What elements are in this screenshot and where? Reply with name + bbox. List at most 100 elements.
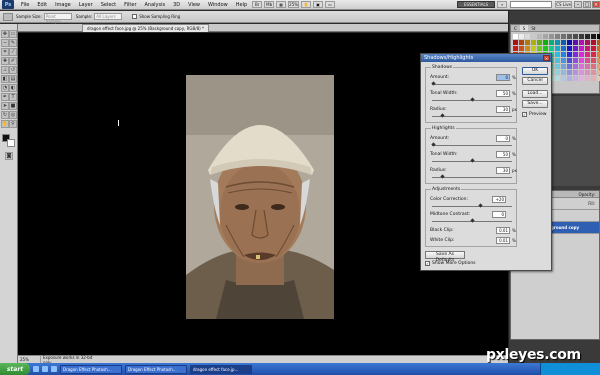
eyedropper-tool-icon[interactable] xyxy=(3,12,13,21)
swatch-cell[interactable] xyxy=(555,40,560,45)
zoom-readout[interactable]: 25% xyxy=(18,357,40,362)
shadows-tonal-knob[interactable] xyxy=(470,97,475,102)
swatch-cell[interactable] xyxy=(555,52,560,57)
lasso-tool-icon[interactable]: ∽ xyxy=(1,39,9,47)
swatch-cell[interactable] xyxy=(561,64,566,69)
shadows-tonal-slider[interactable] xyxy=(432,97,512,102)
swatch-cell[interactable] xyxy=(585,64,590,69)
taskbar-item[interactable]: Dragon Effect Photosh... xyxy=(60,364,122,374)
tab-swatches[interactable]: S xyxy=(519,25,529,31)
screen-mode-icon[interactable]: ▭ xyxy=(325,1,336,8)
swatch-cell[interactable] xyxy=(579,46,584,51)
dodge-tool-icon[interactable]: ◐ xyxy=(9,84,17,92)
highlights-amount-slider[interactable] xyxy=(431,142,512,147)
swatch-cell[interactable] xyxy=(549,46,554,51)
highlights-tonal-slider[interactable] xyxy=(432,158,512,163)
swatch-cell[interactable] xyxy=(531,46,536,51)
menu-filter[interactable]: Filter xyxy=(120,2,140,8)
save-button[interactable]: Save... xyxy=(522,100,548,108)
path-select-icon[interactable]: ➤ xyxy=(1,102,9,110)
eraser-tool-icon[interactable]: ◧ xyxy=(1,75,9,83)
swatch-cell[interactable] xyxy=(561,40,566,45)
taskbar-item-active[interactable]: dragon effect face.jp... xyxy=(190,364,252,374)
color-correction-knob[interactable] xyxy=(478,203,483,208)
shadows-radius-input[interactable]: 30 xyxy=(496,106,510,113)
workspace-essentials-button[interactable]: ESSENTIALS xyxy=(456,1,496,8)
swatch-cell[interactable] xyxy=(573,58,578,63)
menu-analysis[interactable]: Analysis xyxy=(141,2,170,8)
swatch-cell[interactable] xyxy=(579,76,584,81)
tab-color[interactable]: C xyxy=(511,25,520,31)
swatch-cell[interactable] xyxy=(591,70,596,75)
zoom-icon[interactable]: ⚲ xyxy=(9,120,17,128)
highlights-radius-slider[interactable] xyxy=(432,174,512,179)
swatch-cell[interactable] xyxy=(561,70,566,75)
highlights-radius-knob[interactable] xyxy=(440,174,445,179)
swatch-cell[interactable] xyxy=(525,34,530,39)
blur-tool-icon[interactable]: ◔ xyxy=(1,84,9,92)
shadows-amount-slider[interactable] xyxy=(431,81,512,86)
swatch-cell[interactable] xyxy=(555,76,560,81)
hand-icon[interactable]: ✋ xyxy=(1,120,9,128)
color-correction-slider[interactable] xyxy=(432,203,512,208)
quick-launch-icon[interactable] xyxy=(42,366,48,372)
shadows-radius-slider[interactable] xyxy=(432,113,512,118)
swatch-cell[interactable] xyxy=(525,46,530,51)
highlights-amount-input[interactable]: 0 xyxy=(496,135,510,142)
swatch-cell[interactable] xyxy=(537,34,542,39)
shadows-tonal-input[interactable]: 50 xyxy=(496,90,510,97)
swatch-cell[interactable] xyxy=(513,46,518,51)
arrange-documents-icon[interactable]: ▣ xyxy=(313,1,324,8)
swatch-cell[interactable] xyxy=(573,34,578,39)
swatch-cell[interactable] xyxy=(567,58,572,63)
shadows-amount-input[interactable]: 0 xyxy=(496,74,510,81)
preview-checkbox[interactable]: ✓ xyxy=(522,112,527,117)
swatch-cell[interactable] xyxy=(555,64,560,69)
shape-tool-icon[interactable]: ■ xyxy=(9,102,17,110)
menu-select[interactable]: Select xyxy=(97,2,120,8)
marquee-tool-icon[interactable]: ▭ xyxy=(9,30,17,38)
cs-live-button[interactable]: CS Live xyxy=(555,1,572,8)
swatch-cell[interactable] xyxy=(549,40,554,45)
swatch-cell[interactable] xyxy=(585,58,590,63)
start-button[interactable]: start xyxy=(0,363,30,375)
search-input[interactable] xyxy=(510,1,553,8)
swatch-cell[interactable] xyxy=(531,34,536,39)
menu-help[interactable]: Help xyxy=(232,2,251,8)
swatch-cell[interactable] xyxy=(513,34,518,39)
color-correction-input[interactable]: +20 xyxy=(492,196,506,203)
hand-tool-icon[interactable]: ✋ xyxy=(301,1,312,8)
swatch-cell[interactable] xyxy=(579,58,584,63)
tab-styles[interactable]: St xyxy=(528,25,538,31)
swatch-cell[interactable] xyxy=(537,40,542,45)
swatch-cell[interactable] xyxy=(567,34,572,39)
minibridge-button[interactable]: Mb xyxy=(264,1,275,8)
swatch-cell[interactable] xyxy=(573,76,578,81)
swatch-cell[interactable] xyxy=(585,34,590,39)
midtone-contrast-slider[interactable] xyxy=(432,218,512,223)
swatch-cell[interactable] xyxy=(555,46,560,51)
show-more-options[interactable]: ✓ Show More Options xyxy=(425,261,476,266)
eyedropper-icon[interactable]: ⁄ xyxy=(9,48,17,56)
crop-tool-icon[interactable]: ⌗ xyxy=(1,48,9,56)
swatch-cell[interactable] xyxy=(519,46,524,51)
document-tab[interactable]: dragon effect face.jpg @ 25% (Background… xyxy=(82,24,209,32)
swatch-cell[interactable] xyxy=(579,52,584,57)
swatch-cell[interactable] xyxy=(567,46,572,51)
highlights-tonal-input[interactable]: 50 xyxy=(496,151,510,158)
swatch-cell[interactable] xyxy=(561,52,566,57)
highlights-amount-knob[interactable] xyxy=(431,142,436,147)
load-button[interactable]: Load... xyxy=(522,90,548,98)
swatch-cell[interactable] xyxy=(573,40,578,45)
swatch-cell[interactable] xyxy=(567,76,572,81)
show-sampling-ring-checkbox[interactable] xyxy=(132,14,138,19)
swatch-cell[interactable] xyxy=(591,52,596,57)
menu-window[interactable]: Window xyxy=(204,2,232,8)
swatch-cell[interactable] xyxy=(573,70,578,75)
swatch-cell[interactable] xyxy=(591,34,596,39)
swatch-cell[interactable] xyxy=(591,76,596,81)
swatch-cell[interactable] xyxy=(573,46,578,51)
swatch-cell[interactable] xyxy=(561,76,566,81)
swatch-cell[interactable] xyxy=(591,40,596,45)
swatch-cell[interactable] xyxy=(555,58,560,63)
